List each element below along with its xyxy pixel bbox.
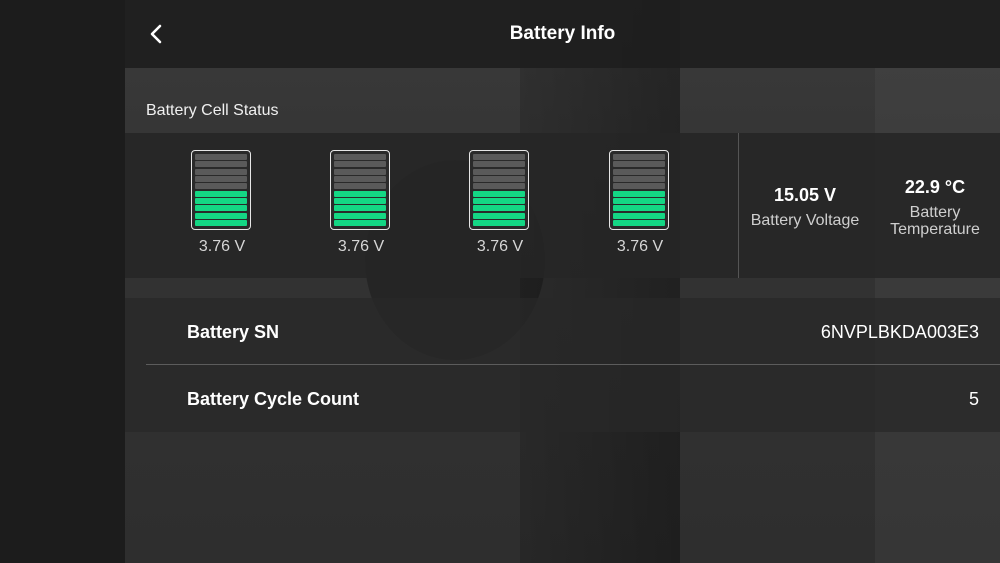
battery-temperature-stat: 22.9 °C Battery Temperature xyxy=(877,177,993,238)
page-title: Battery Info xyxy=(509,23,616,44)
charge-segment-empty xyxy=(195,168,247,175)
charge-segment-empty xyxy=(334,154,386,160)
charge-segment-full xyxy=(473,220,525,226)
battery-cell-icon xyxy=(330,150,390,230)
cell-voltage: 3.76 V xyxy=(198,238,246,255)
charge-segment-full xyxy=(195,198,247,204)
battery-cell-2: 3.76 V xyxy=(330,150,392,256)
charge-segment-empty xyxy=(613,161,665,168)
charge-segment-full xyxy=(334,212,386,219)
charge-segment-empty xyxy=(473,154,525,160)
charge-segment-full xyxy=(195,220,247,226)
charge-segment-empty xyxy=(473,161,525,168)
charge-segment-full xyxy=(473,198,525,204)
camera-backdrop xyxy=(125,0,1000,563)
battery-cell-4: 3.76 V xyxy=(609,150,671,256)
charge-segment-empty xyxy=(613,183,665,190)
charge-segment-full xyxy=(195,190,247,197)
list-item-battery-sn: Battery SN 6NVPLBKDA003E3 xyxy=(125,298,1000,365)
charge-segment-empty xyxy=(334,176,386,182)
charge-segment-full xyxy=(195,205,247,212)
charge-segment-empty xyxy=(334,168,386,175)
charge-segment-empty xyxy=(473,168,525,175)
charge-segment-empty xyxy=(473,183,525,190)
battery-cell-icon xyxy=(609,150,669,230)
battery-temperature-value: 22.9 °C xyxy=(904,177,966,197)
battery-cell-3: 3.76 V xyxy=(469,150,531,256)
battery-temperature-label-line2: Temperature xyxy=(890,221,980,238)
cell-voltage: 3.76 V xyxy=(337,238,385,255)
charge-segment-empty xyxy=(195,183,247,190)
list-item-battery-cycle-count: Battery Cycle Count 5 xyxy=(125,365,1000,432)
battery-cycle-count-label: Battery Cycle Count xyxy=(187,389,360,409)
charge-segment-full xyxy=(473,190,525,197)
left-panel xyxy=(0,0,125,563)
battery-temperature-label-line1: Battery xyxy=(909,204,961,221)
cell-status-panel: 3.76 V 3.76 V 3.76 V 3.76 V 15.05 V Batt… xyxy=(125,133,1000,278)
battery-cell-icon xyxy=(191,150,251,230)
charge-segment-empty xyxy=(613,176,665,182)
charge-segment-full xyxy=(334,198,386,204)
charge-segment-full xyxy=(613,212,665,219)
backdrop-shade xyxy=(520,0,680,563)
cell-voltage: 3.76 V xyxy=(476,238,524,255)
charge-segment-empty xyxy=(195,176,247,182)
charge-segment-full xyxy=(613,198,665,204)
charge-segment-empty xyxy=(613,168,665,175)
charge-segment-full xyxy=(334,220,386,226)
cell-status-label: Battery Cell Status xyxy=(146,102,279,119)
cell-voltage: 3.76 V xyxy=(616,238,664,255)
charge-segment-full xyxy=(195,212,247,219)
charge-segment-empty xyxy=(613,154,665,160)
battery-info-list: Battery SN 6NVPLBKDA003E3 Battery Cycle … xyxy=(125,298,1000,432)
battery-sn-value: 6NVPLBKDA003E3 xyxy=(820,322,979,342)
battery-cell-1: 3.76 V xyxy=(191,150,253,256)
charge-segment-empty xyxy=(334,161,386,168)
charge-segment-empty xyxy=(195,161,247,168)
battery-info-screen: Battery Info Battery Cell Status 3.76 V … xyxy=(0,0,1000,563)
charge-segment-full xyxy=(613,205,665,212)
charge-segment-empty xyxy=(473,176,525,182)
battery-voltage-stat: 15.05 V Battery Voltage xyxy=(741,185,869,229)
charge-segment-full xyxy=(613,220,665,226)
battery-cell-icon xyxy=(469,150,529,230)
panel-divider xyxy=(738,133,739,278)
charge-segment-empty xyxy=(195,154,247,160)
charge-segment-full xyxy=(334,190,386,197)
charge-segment-full xyxy=(473,205,525,212)
backdrop-highlight xyxy=(875,0,1000,563)
battery-cycle-count-value: 5 xyxy=(968,389,979,409)
charge-segment-full xyxy=(473,212,525,219)
charge-segment-empty xyxy=(334,183,386,190)
battery-voltage-value: 15.05 V xyxy=(773,185,837,205)
charge-segment-full xyxy=(613,190,665,197)
battery-voltage-label: Battery Voltage xyxy=(750,212,860,229)
header-bar: Battery Info xyxy=(125,0,1000,68)
battery-sn-label: Battery SN xyxy=(187,322,280,342)
charge-segment-full xyxy=(334,205,386,212)
